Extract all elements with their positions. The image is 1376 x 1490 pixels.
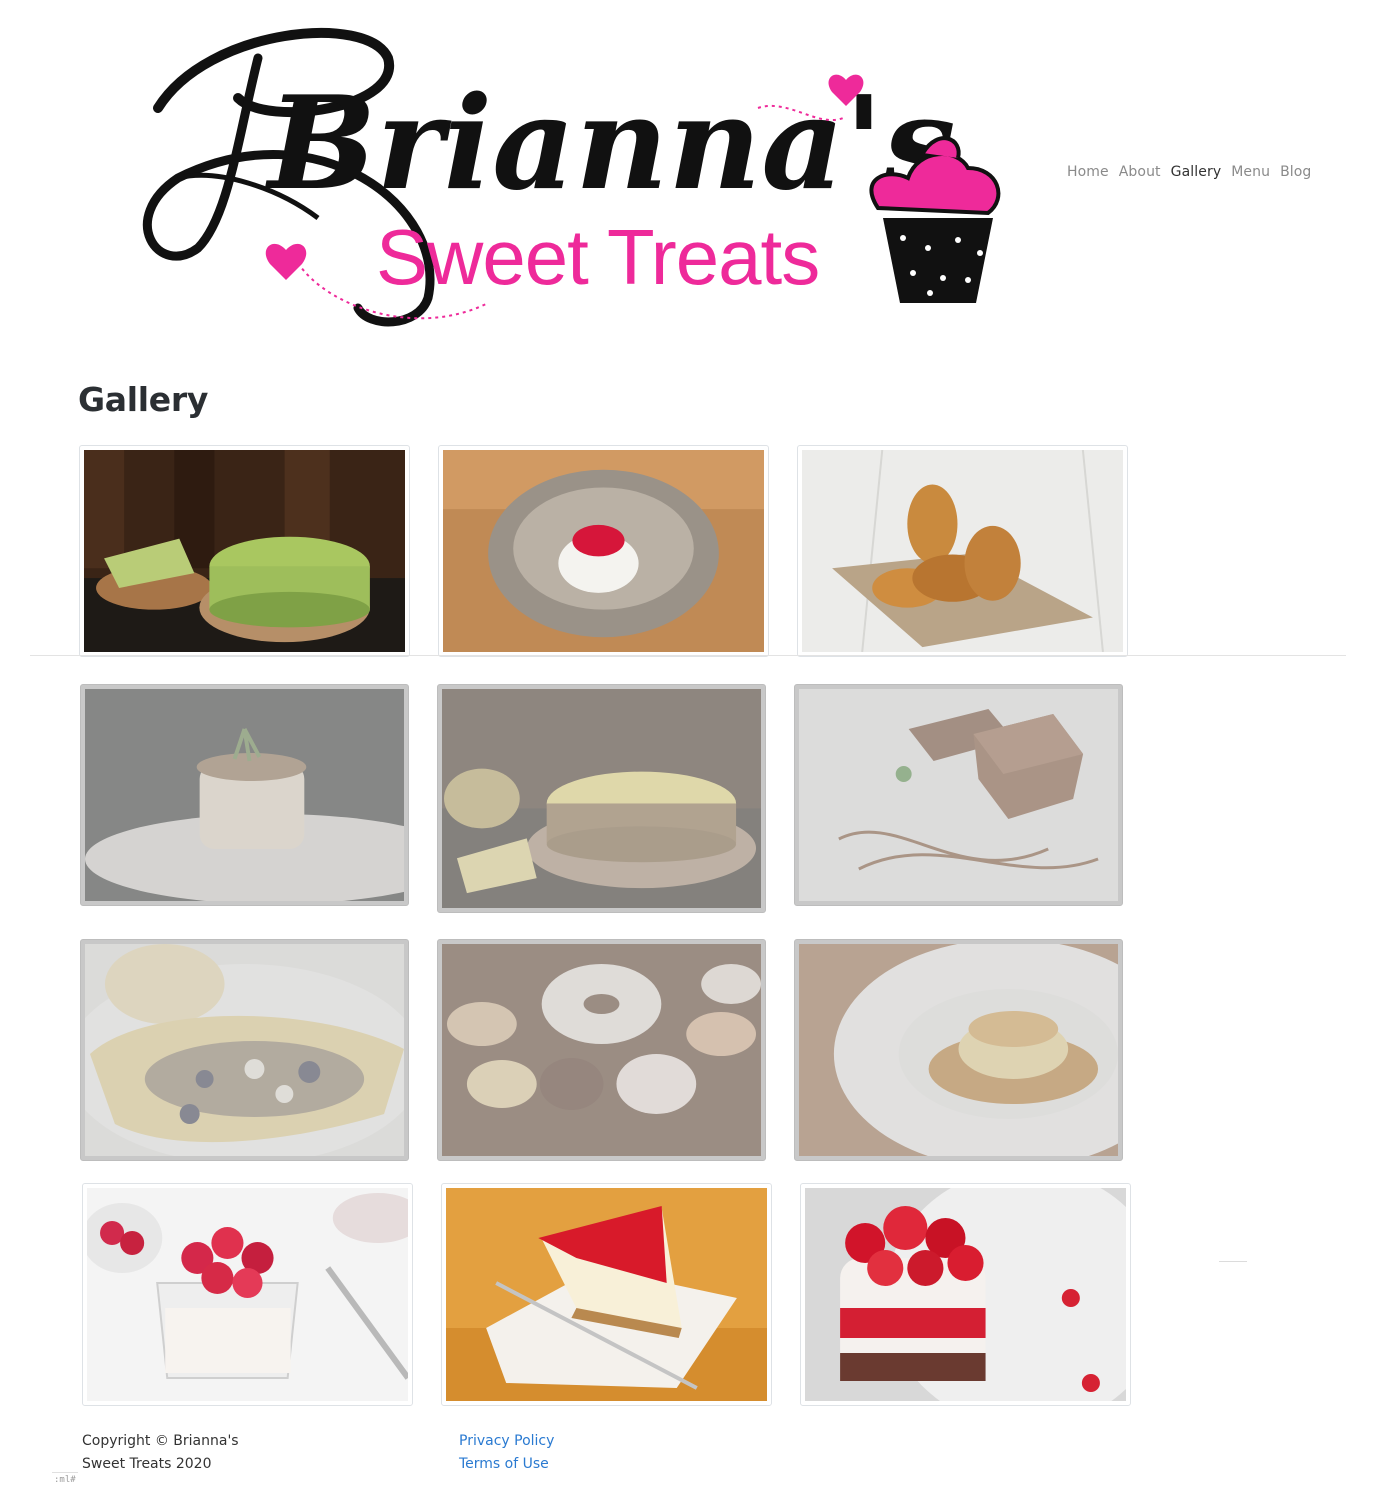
- brand-logo[interactable]: Brianna's Sweet Treats: [118, 18, 1008, 348]
- gallery-image-raspberry-pudding[interactable]: [82, 1183, 413, 1406]
- nav-blog[interactable]: Blog: [1275, 160, 1316, 184]
- corner-tag: :ml#: [52, 1472, 78, 1485]
- gallery-image-strawberry-cheesecake[interactable]: [441, 1183, 772, 1406]
- footer-copyright: Copyright © Brianna's Sweet Treats 2020: [82, 1433, 239, 1472]
- main-nav: Home About Gallery Menu Blog: [1062, 160, 1316, 184]
- gallery-image-croissants[interactable]: [797, 445, 1128, 657]
- nav-about[interactable]: About: [1114, 160, 1166, 184]
- section-divider: [30, 655, 1346, 656]
- gallery-image-flan[interactable]: [794, 939, 1123, 1161]
- logo-sub-text: Sweet Treats: [376, 213, 819, 301]
- nav-gallery[interactable]: Gallery: [1166, 160, 1227, 184]
- gallery-image-crepe[interactable]: [80, 939, 409, 1161]
- page: Brianna's Sweet Treats Home About Galler…: [0, 0, 1376, 1490]
- logo-graphic: Brianna's Sweet Treats: [142, 28, 1001, 327]
- page-title: Gallery: [78, 380, 209, 419]
- gallery-image-matcha-cake[interactable]: [79, 445, 410, 657]
- nav-menu[interactable]: Menu: [1226, 160, 1275, 184]
- privacy-policy-link[interactable]: Privacy Policy: [459, 1430, 554, 1453]
- gallery-image-tiramisu[interactable]: [80, 684, 409, 906]
- gallery-image-panna-cotta[interactable]: [438, 445, 769, 657]
- gallery-image-lemon-cheesecake[interactable]: [437, 684, 766, 913]
- footer-links: Privacy Policy Terms of Use: [459, 1430, 554, 1476]
- gallery-image-strawberry-cream-cake[interactable]: [800, 1183, 1131, 1406]
- nav-home[interactable]: Home: [1062, 160, 1114, 184]
- gallery-image-donuts-macarons[interactable]: [437, 939, 766, 1161]
- gallery-image-brownies[interactable]: [794, 684, 1123, 906]
- terms-of-use-link[interactable]: Terms of Use: [459, 1453, 554, 1476]
- decorative-dash: [1219, 1261, 1247, 1262]
